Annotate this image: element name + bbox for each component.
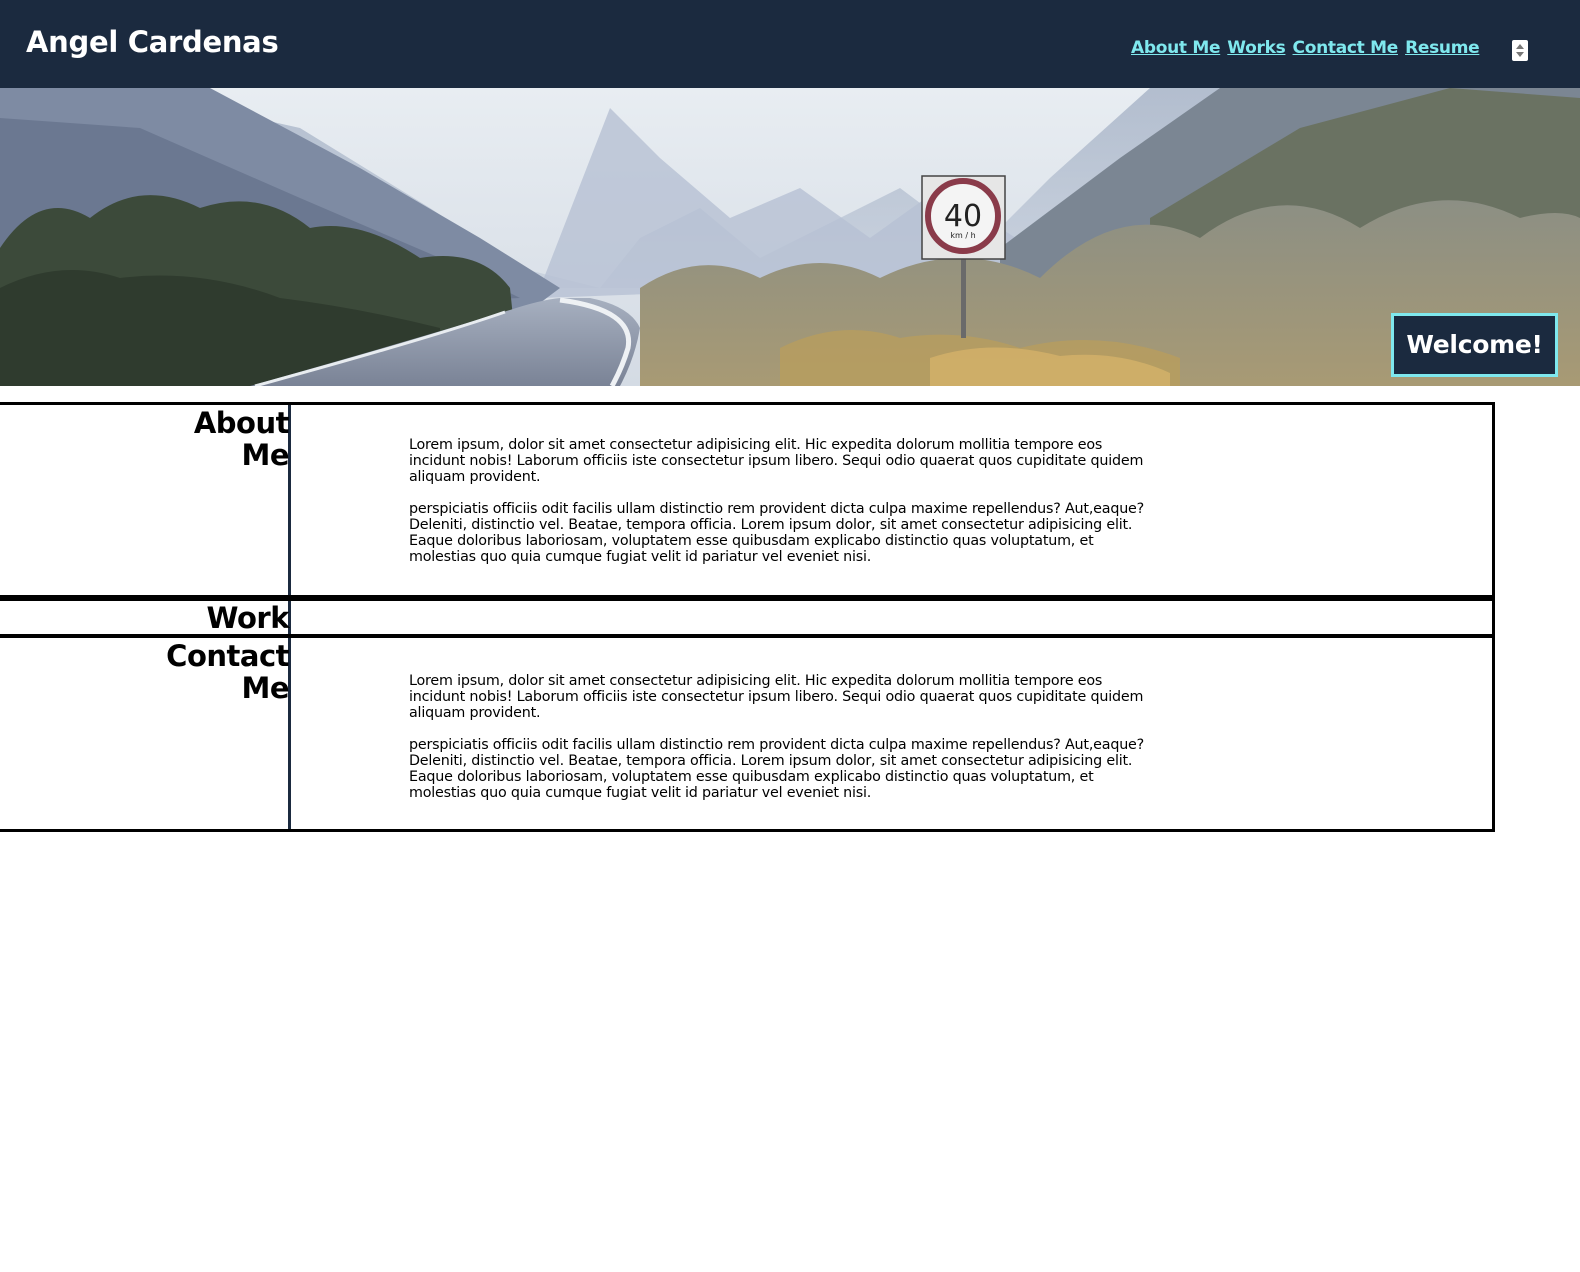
about-me-heading: About Me [0,406,290,472]
about-title-line2: Me [241,438,289,472]
hero-banner-image: 40 km / h [0,88,1580,386]
contact-me-text: Lorem ipsum, dolor sit amet consectetur … [409,673,1149,817]
contact-title-line2: Me [241,671,289,705]
spinner-control[interactable] [1512,40,1528,61]
down-arrow-icon[interactable] [1516,52,1524,57]
about-title-line1: About [193,406,290,440]
contact-title-line1: Contact [166,639,289,673]
about-me-text: Lorem ipsum, dolor sit amet consectetur … [409,437,1149,581]
site-header: Angel Cardenas About Me Works Contact Me… [0,0,1580,88]
work-heading: Work [206,601,290,635]
speed-sign-unit: km / h [950,231,975,240]
nav-about-me-link[interactable]: About Me [1131,38,1221,58]
nav-contact-me-link[interactable]: Contact Me [1293,38,1399,58]
welcome-banner: Welcome! [1391,313,1558,377]
up-arrow-icon[interactable] [1516,44,1524,49]
site-title: Angel Cardenas [26,25,279,59]
about-me-section: About Me Lorem ipsum, dolor sit amet con… [0,402,1495,598]
contact-paragraph-2: perspiciatis officiis odit facilis ullam… [409,737,1145,801]
contact-me-heading: Contact Me [0,640,289,704]
contact-me-section: Contact Me Lorem ipsum, dolor sit amet c… [0,635,1495,832]
about-paragraph-1: Lorem ipsum, dolor sit amet consectetur … [409,437,1144,485]
work-section: Work [0,598,1495,637]
main-nav: About Me Works Contact Me Resume [1131,38,1481,64]
nav-resume-link[interactable]: Resume [1405,38,1480,58]
contact-paragraph-1: Lorem ipsum, dolor sit amet consectetur … [409,673,1144,721]
nav-works-link[interactable]: Works [1227,38,1285,58]
speed-sign-number: 40 [944,199,982,234]
mountain-road-photo: 40 km / h [0,88,1580,386]
about-paragraph-2: perspiciatis officiis odit facilis ullam… [409,501,1145,565]
